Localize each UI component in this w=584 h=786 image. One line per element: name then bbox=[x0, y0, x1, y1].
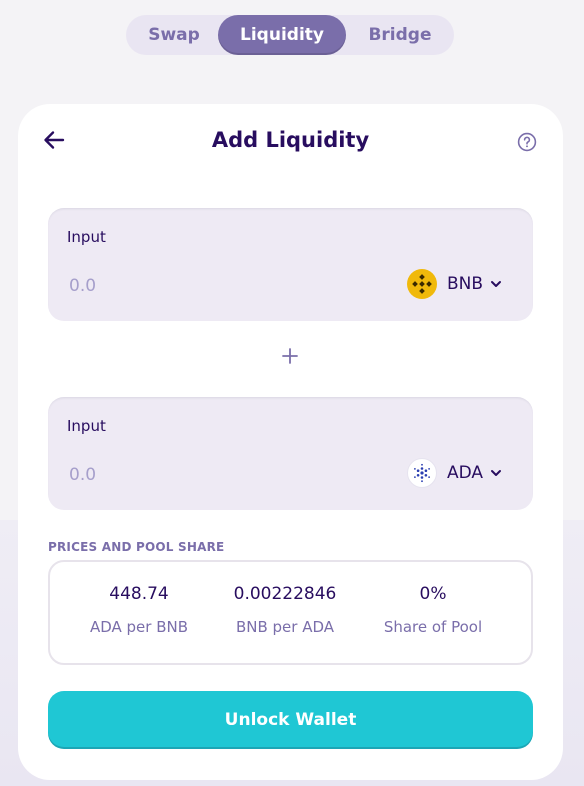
input-label: Input bbox=[67, 417, 106, 435]
help-button[interactable] bbox=[516, 131, 538, 153]
amount-input-b[interactable] bbox=[67, 460, 271, 490]
price-label: Share of Pool bbox=[383, 618, 483, 636]
prices-section-title: PRICES AND POOL SHARE bbox=[48, 540, 225, 554]
ada-icon bbox=[406, 458, 437, 488]
input-label: Input bbox=[67, 228, 106, 246]
price-value: 448.74 bbox=[109, 584, 169, 604]
tab-bridge[interactable]: Bridge bbox=[346, 15, 454, 55]
tab-swap[interactable]: Swap bbox=[130, 15, 218, 55]
price-item: 0% Share of Pool bbox=[358, 584, 508, 636]
token-symbol: BNB bbox=[446, 274, 483, 294]
page-title: Add Liquidity bbox=[211, 128, 370, 152]
price-item: 448.74 ADA per BNB bbox=[64, 584, 214, 636]
currency-input-panel-a: Input BNB bbox=[48, 208, 533, 321]
price-item: 0.00222846 BNB per ADA bbox=[210, 584, 360, 636]
plus-icon bbox=[278, 344, 302, 368]
token-select-bnb[interactable]: BNB bbox=[406, 268, 503, 300]
question-circle-icon bbox=[517, 132, 537, 152]
nav-tabs: Swap Liquidity Bridge bbox=[126, 15, 454, 55]
tab-liquidity[interactable]: Liquidity bbox=[218, 15, 346, 55]
prices-and-pool-share: 448.74 ADA per BNB 0.00222846 BNB per AD… bbox=[48, 560, 533, 665]
chevron-down-icon bbox=[491, 281, 501, 287]
price-value: 0% bbox=[419, 584, 447, 604]
bnb-icon bbox=[406, 269, 437, 299]
add-liquidity-card: Add Liquidity Input 0.0 BNB Input 0.0 AD… bbox=[18, 104, 563, 780]
chevron-down-icon bbox=[491, 470, 501, 476]
price-value: 0.00222846 bbox=[233, 584, 337, 604]
unlock-wallet-button[interactable]: Unlock Wallet bbox=[48, 691, 533, 749]
token-symbol: ADA bbox=[446, 463, 483, 483]
price-label: BNB per ADA bbox=[235, 618, 335, 636]
price-label: ADA per BNB bbox=[89, 618, 189, 636]
currency-input-panel-b: Input 0.0 ADA bbox=[48, 397, 533, 510]
token-select-ada[interactable]: ADA bbox=[406, 457, 503, 489]
amount-input-a[interactable] bbox=[67, 271, 271, 301]
